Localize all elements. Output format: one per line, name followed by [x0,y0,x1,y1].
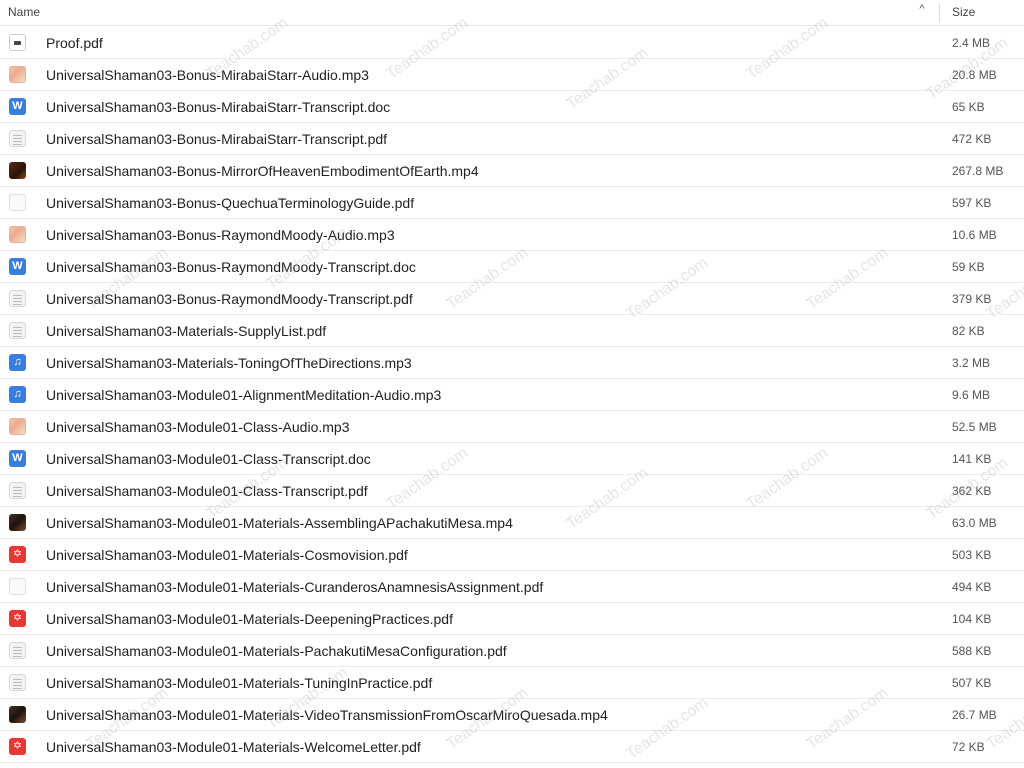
music-note-icon: ♫ [9,354,26,371]
audio-thumbnail-icon [9,418,26,435]
file-size: 26.7 MB [952,708,997,722]
file-row[interactable]: UniversalShaman03-Bonus-RaymondMoody-Tra… [0,283,1024,315]
file-size: 503 KB [952,548,992,562]
file-name: UniversalShaman03-Module01-Materials-Cur… [46,579,544,595]
file-row[interactable]: UniversalShaman03-Module01-Materials-Pac… [0,635,1024,667]
file-size: 59 KB [952,260,985,274]
music-note-icon: ♫ [9,386,26,403]
file-name: UniversalShaman03-Module01-Materials-Dee… [46,611,453,627]
file-name: UniversalShaman03-Bonus-RaymondMoody-Tra… [46,259,416,275]
sort-ascending-icon[interactable]: ^ [915,3,929,19]
pdf-thumbnail-icon [9,674,26,691]
file-name: UniversalShaman03-Module01-AlignmentMedi… [46,387,442,403]
column-divider[interactable] [939,4,940,22]
pdf-acrobat-icon: ✡ [9,546,26,563]
file-size: 9.6 MB [952,388,991,402]
file-size: 104 KB [952,612,992,626]
audio-thumbnail-icon [9,226,26,243]
file-row[interactable]: W UniversalShaman03-Bonus-RaymondMoody-Tr… [0,251,1024,283]
file-name: UniversalShaman03-Bonus-QuechuaTerminolo… [46,195,415,211]
file-row[interactable]: UniversalShaman03-Bonus-MirrorOfHeavenEm… [0,155,1024,187]
file-size: 267.8 MB [952,164,1004,178]
file-name: UniversalShaman03-Bonus-MirabaiStarr-Tra… [46,99,391,115]
file-name: UniversalShaman03-Module01-Class-Transcr… [46,483,368,499]
pdf-thumbnail-icon [9,130,26,147]
file-name: UniversalShaman03-Module01-Materials-Pac… [46,643,507,659]
file-name: UniversalShaman03-Module01-Materials-Cos… [46,547,408,563]
file-row[interactable]: UniversalShaman03-Materials-SupplyList.p… [0,315,1024,347]
file-row[interactable]: W UniversalShaman03-Bonus-MirabaiStarr-Tr… [0,91,1024,123]
file-row[interactable]: Proof.pdf 2.4 MB [0,27,1024,59]
pdf-acrobat-icon: ✡ [9,738,26,755]
file-size: 72 KB [952,740,985,754]
file-size: 472 KB [952,132,992,146]
file-name: UniversalShaman03-Module01-Materials-Wel… [46,739,421,755]
file-name: UniversalShaman03-Bonus-MirrorOfHeavenEm… [46,163,479,179]
file-name: Proof.pdf [46,35,103,51]
file-size: 588 KB [952,644,992,658]
file-name: UniversalShaman03-Bonus-MirabaiStarr-Aud… [46,67,369,83]
file-row[interactable]: ✡ UniversalShaman03-Module01-Materials-We… [0,731,1024,763]
pdf-small-thumbnail-icon [9,578,26,595]
file-list-header: Name ^ Size [0,0,1024,26]
file-row[interactable]: UniversalShaman03-Module01-Class-Transcr… [0,475,1024,507]
file-row[interactable]: UniversalShaman03-Module01-Materials-Cur… [0,571,1024,603]
pdf-thumbnail-icon [9,322,26,339]
pdf-small-thumbnail-icon [9,194,26,211]
file-size: 52.5 MB [952,420,997,434]
file-name: UniversalShaman03-Module01-Materials-Tun… [46,675,433,691]
word-doc-icon: W [9,98,26,115]
file-size: 141 KB [952,452,992,466]
file-size: 597 KB [952,196,992,210]
name-column-header[interactable]: Name [8,5,40,19]
video-thumbnail-icon [9,162,26,179]
video-thumbnail-icon [9,514,26,531]
audio-thumbnail-icon [9,66,26,83]
word-doc-icon: W [9,450,26,467]
pdf-acrobat-icon: ✡ [9,610,26,627]
file-row[interactable]: UniversalShaman03-Bonus-QuechuaTerminolo… [0,187,1024,219]
file-list: Proof.pdf 2.4 MB UniversalShaman03-Bonus-M… [0,27,1024,763]
pdf-thumbnail-icon [9,482,26,499]
file-size: 362 KB [952,484,992,498]
file-size: 494 KB [952,580,992,594]
file-row[interactable]: UniversalShaman03-Bonus-MirabaiStarr-Tra… [0,123,1024,155]
file-row[interactable]: ✡ UniversalShaman03-Module01-Materials-Co… [0,539,1024,571]
file-name: UniversalShaman03-Module01-Materials-Vid… [46,707,608,723]
file-row[interactable]: UniversalShaman03-Module01-Class-Audio.m… [0,411,1024,443]
file-row[interactable]: W UniversalShaman03-Module01-Class-Transc… [0,443,1024,475]
file-size: 2.4 MB [952,36,991,50]
file-row[interactable]: UniversalShaman03-Bonus-RaymondMoody-Aud… [0,219,1024,251]
file-row[interactable]: UniversalShaman03-Module01-Materials-Vid… [0,699,1024,731]
file-row[interactable]: UniversalShaman03-Module01-Materials-Tun… [0,667,1024,699]
file-size: 63.0 MB [952,516,997,530]
file-size: 3.2 MB [952,356,991,370]
word-doc-icon: W [9,258,26,275]
file-size: 65 KB [952,100,985,114]
file-name: UniversalShaman03-Bonus-MirabaiStarr-Tra… [46,131,388,147]
file-size: 10.6 MB [952,228,997,242]
pdf-thumbnail-icon [9,290,26,307]
file-size: 507 KB [952,676,992,690]
file-row[interactable]: ♫ UniversalShaman03-Materials-ToningOfThe… [0,347,1024,379]
file-size: 20.8 MB [952,68,997,82]
file-size: 82 KB [952,324,985,338]
file-row[interactable]: UniversalShaman03-Bonus-MirabaiStarr-Aud… [0,59,1024,91]
pdf-thumbnail-icon [9,642,26,659]
file-name: UniversalShaman03-Materials-SupplyList.p… [46,323,327,339]
file-row[interactable]: UniversalShaman03-Module01-Materials-Ass… [0,507,1024,539]
file-name: UniversalShaman03-Bonus-RaymondMoody-Tra… [46,291,413,307]
file-name: UniversalShaman03-Module01-Class-Audio.m… [46,419,350,435]
file-name: UniversalShaman03-Module01-Class-Transcr… [46,451,371,467]
file-size: 379 KB [952,292,992,306]
file-name: UniversalShaman03-Materials-ToningOfTheD… [46,355,412,371]
file-name: UniversalShaman03-Bonus-RaymondMoody-Aud… [46,227,395,243]
file-row[interactable]: ♫ UniversalShaman03-Module01-AlignmentMed… [0,379,1024,411]
file-row[interactable]: ✡ UniversalShaman03-Module01-Materials-De… [0,603,1024,635]
proof-pdf-thumbnail-icon [9,34,26,51]
video-thumbnail-icon [9,706,26,723]
file-name: UniversalShaman03-Module01-Materials-Ass… [46,515,513,531]
size-column-header[interactable]: Size [952,5,975,19]
